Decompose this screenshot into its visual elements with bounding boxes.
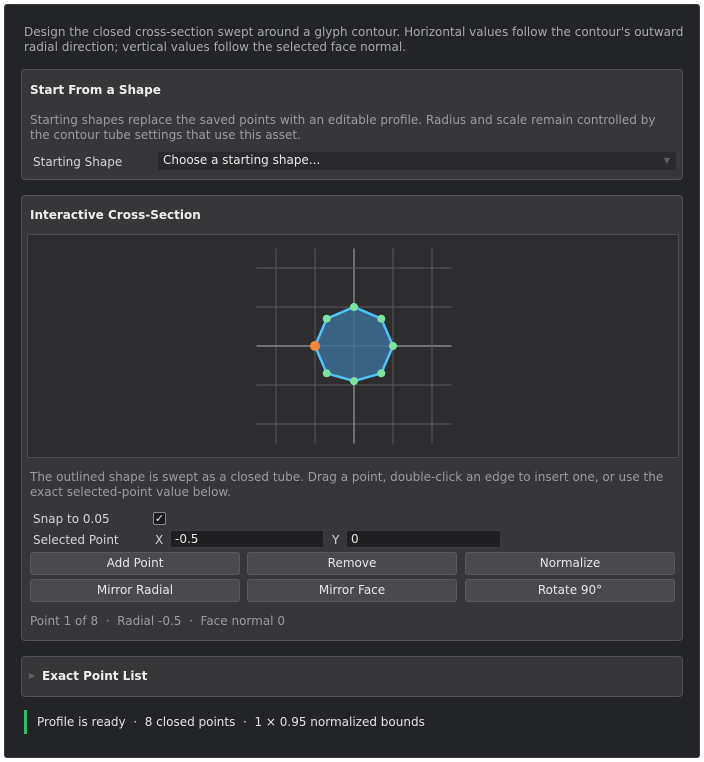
chevron-down-icon: ▼ (663, 156, 670, 165)
y-label: Y (332, 533, 340, 547)
x-label: X (155, 533, 164, 547)
normalize-button[interactable]: Normalize (465, 552, 675, 575)
selected-point-label: Selected Point (33, 533, 119, 547)
profile-plot[interactable] (28, 235, 680, 459)
start-from-shape-panel: Start From a Shape Starting shapes repla… (21, 69, 683, 180)
triangle-right-icon[interactable]: ▶ (29, 671, 35, 680)
start-description: Starting shapes replace the saved points… (30, 113, 656, 142)
profile-point[interactable] (350, 303, 358, 311)
cross-section-description: The outlined shape is swept as a closed … (30, 470, 664, 499)
status-text: Profile is ready · 8 closed points · 1 ×… (37, 715, 425, 729)
remove-button[interactable]: Remove (247, 552, 457, 575)
panel-title-start: Start From a Shape (30, 83, 161, 97)
starting-shape-label: Starting Shape (33, 155, 123, 169)
profile-point[interactable] (350, 377, 358, 386)
rotate-90-button[interactable]: Rotate 90° (465, 579, 675, 602)
snap-checkbox[interactable]: ✓ (153, 512, 166, 525)
profile-point[interactable] (377, 369, 386, 378)
starting-shape-value: Choose a starting shape... (163, 153, 321, 167)
panel-title-cross-section: Interactive Cross-Section (30, 208, 201, 222)
snap-label: Snap to 0.05 (33, 512, 110, 526)
profile-point[interactable] (322, 369, 331, 378)
profile-point[interactable] (322, 314, 331, 323)
panel-title-exact-points[interactable]: Exact Point List (42, 669, 147, 683)
y-value-input[interactable]: 0 (346, 530, 501, 548)
selected-profile-point[interactable] (310, 341, 320, 351)
cross-section-panel: Interactive Cross-Section The outlined s… (21, 195, 683, 641)
selected-point-info: Point 1 of 8 · Radial -0.5 · Face normal… (30, 614, 285, 628)
exact-point-list-panel[interactable]: ▶ Exact Point List (21, 656, 683, 697)
profile-point[interactable] (377, 314, 386, 323)
profile-editor-window: Design the closed cross-section swept ar… (4, 4, 700, 758)
checkmark-icon: ✓ (154, 512, 165, 525)
mirror-face-button[interactable]: Mirror Face (247, 579, 457, 602)
starting-shape-select[interactable]: Choose a starting shape... ▼ (158, 152, 676, 170)
add-point-button[interactable]: Add Point (30, 552, 240, 575)
mirror-radial-button[interactable]: Mirror Radial (30, 579, 240, 602)
profile-point[interactable] (389, 342, 397, 350)
intro-text: Design the closed cross-section swept ar… (24, 25, 684, 54)
x-value-input[interactable]: -0.5 (170, 530, 324, 548)
cross-section-canvas[interactable] (27, 234, 679, 458)
status-bar: Profile is ready · 8 closed points · 1 ×… (24, 710, 425, 734)
